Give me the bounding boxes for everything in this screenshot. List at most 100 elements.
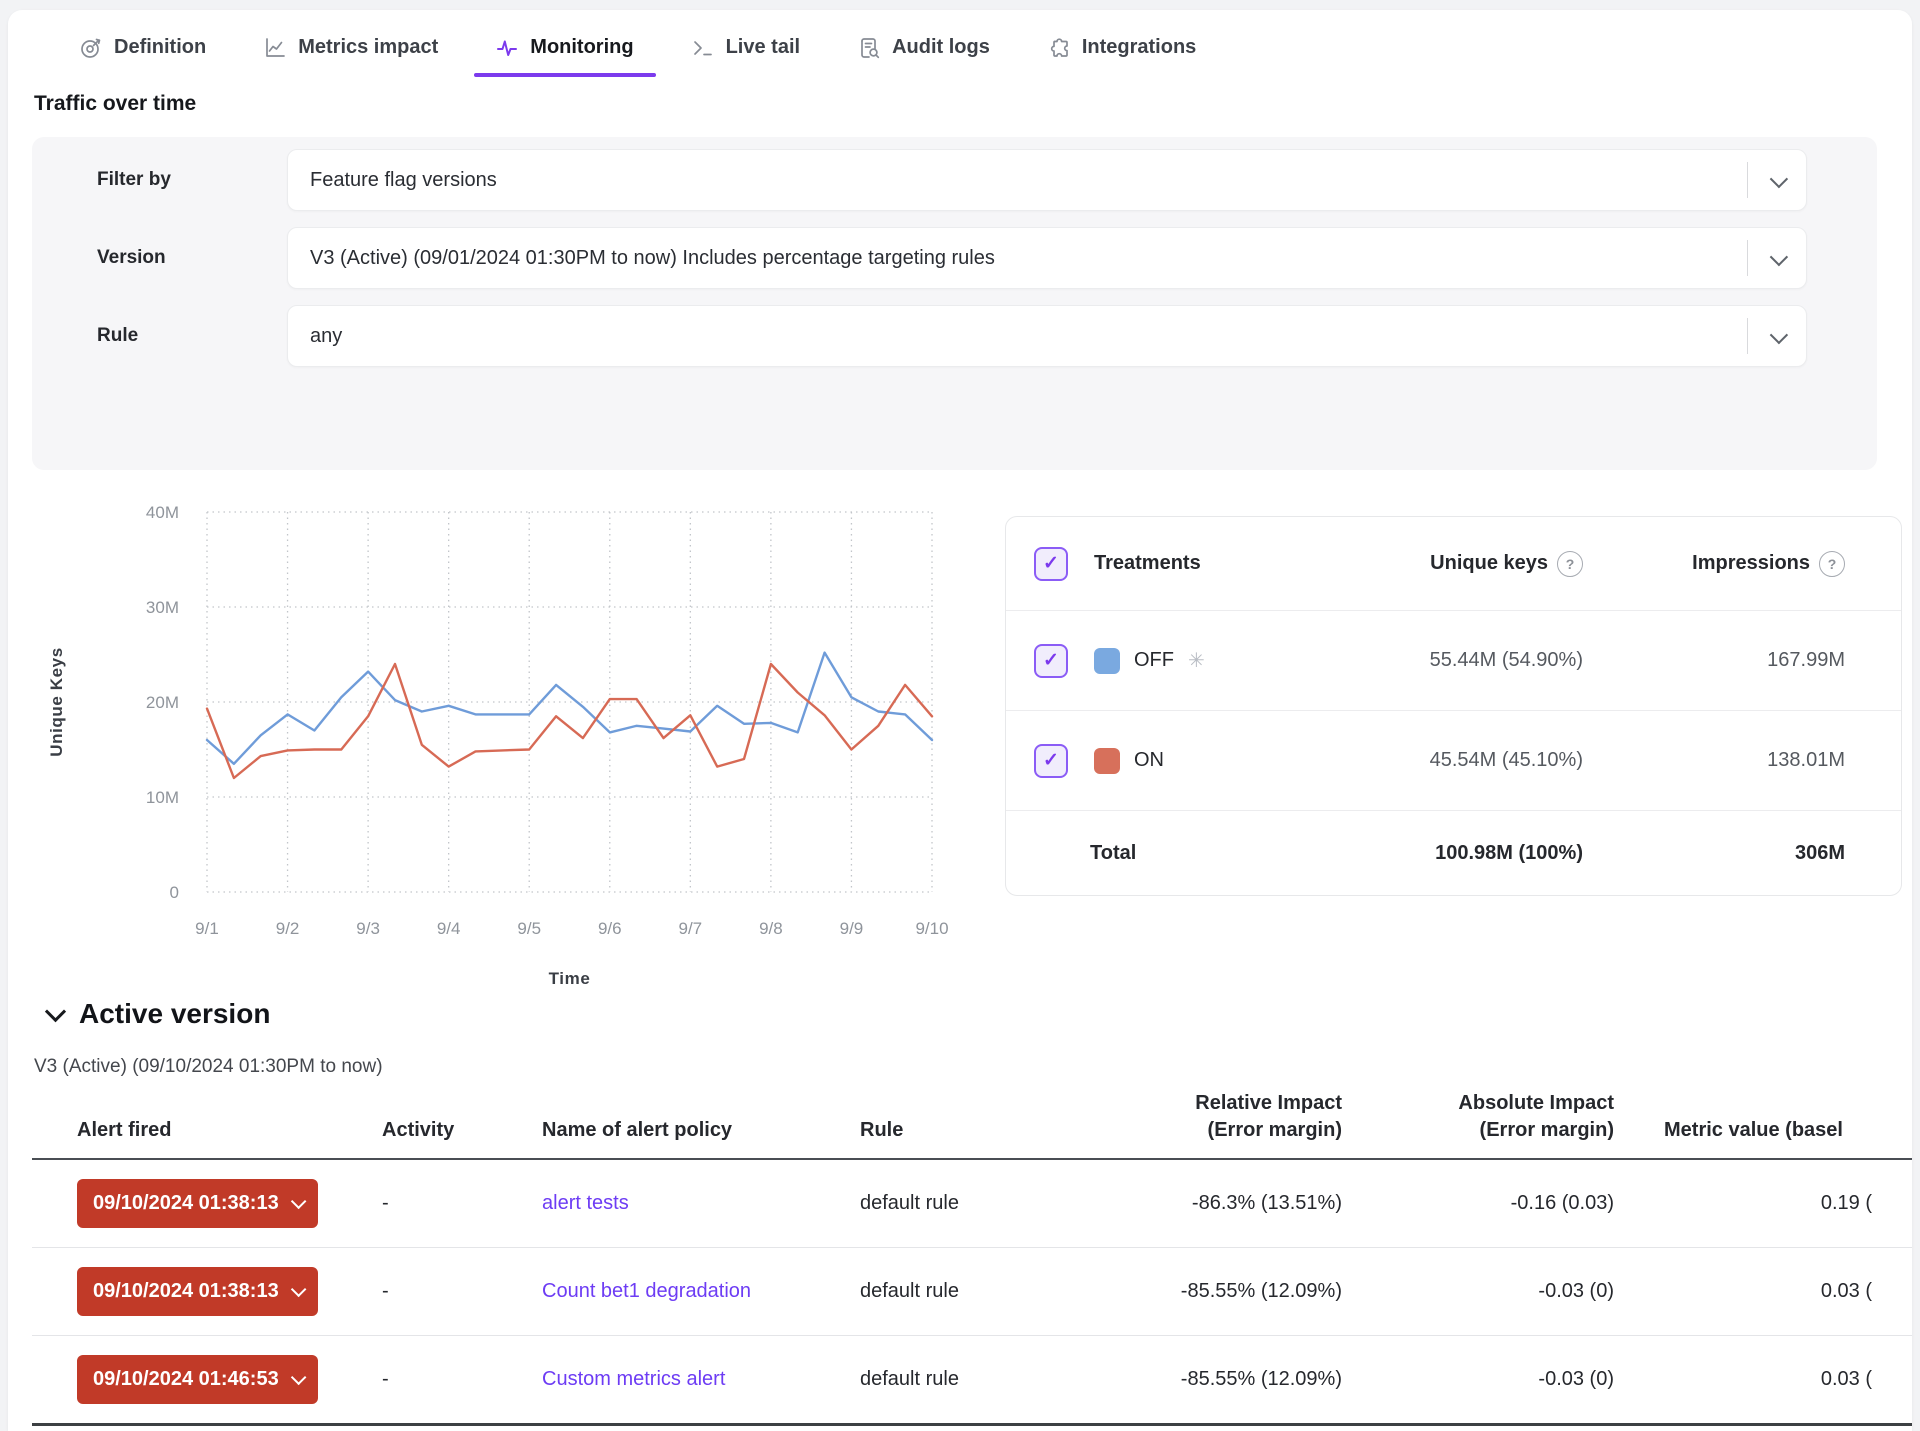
traffic-line-chart: 010M20M30M40M9/19/29/39/49/59/69/79/89/9… xyxy=(32,492,962,1022)
col-absolute-impact: Absolute Impact(Error margin) xyxy=(1342,1090,1614,1144)
chevron-down-icon xyxy=(291,1282,307,1298)
metric-value-cell: 0.19 ( xyxy=(1614,1192,1912,1215)
svg-text:9/6: 9/6 xyxy=(598,919,622,938)
active-version-title: Active version xyxy=(79,998,270,1030)
on-unique-keys: 45.54M (45.10%) xyxy=(1430,749,1583,772)
alert-fired-badge[interactable]: 09/10/2024 01:46:53 xyxy=(77,1355,318,1404)
filter-by-label: Filter by xyxy=(32,169,287,191)
tab-definition[interactable]: Definition xyxy=(58,34,228,77)
alerts-header-row: Alert fired Activity Name of alert polic… xyxy=(32,1090,1912,1160)
tab-label: Integrations xyxy=(1082,36,1196,59)
svg-text:9/9: 9/9 xyxy=(840,919,864,938)
rule-cell: default rule xyxy=(860,1368,1040,1391)
off-impressions: 167.99M xyxy=(1767,649,1845,672)
svg-text:30M: 30M xyxy=(146,598,179,617)
alert-row: 09/10/2024 01:38:13 - Count bet1 degrada… xyxy=(32,1248,1912,1336)
tab-monitoring[interactable]: Monitoring xyxy=(474,34,655,77)
rule-cell: default rule xyxy=(860,1192,1040,1215)
activity-cell: - xyxy=(382,1368,542,1391)
col-metric-value: Metric value (basel xyxy=(1614,1117,1912,1144)
filter-by-select[interactable]: Feature flag versions xyxy=(287,149,1807,211)
svg-text:9/1: 9/1 xyxy=(195,919,219,938)
rule-cell: default rule xyxy=(860,1280,1040,1303)
svg-text:9/2: 9/2 xyxy=(276,919,300,938)
tab-label: Metrics impact xyxy=(298,36,438,59)
version-label: Version xyxy=(32,247,287,269)
absolute-impact-cell: -0.03 (0) xyxy=(1342,1280,1614,1303)
treatment-row-off: OFF ✳ 55.44M (54.90%) 167.99M xyxy=(1006,611,1901,711)
alert-row: 09/10/2024 01:38:13 - alert tests defaul… xyxy=(32,1160,1912,1248)
svg-text:9/7: 9/7 xyxy=(679,919,703,938)
active-version-toggle[interactable]: Active version xyxy=(48,998,270,1030)
help-icon[interactable]: ? xyxy=(1819,551,1845,577)
svg-text:Unique Keys: Unique Keys xyxy=(47,647,66,757)
activity-cell: - xyxy=(382,1192,542,1215)
total-impressions: 306M xyxy=(1795,842,1845,865)
help-icon[interactable]: ? xyxy=(1557,551,1583,577)
svg-text:9/5: 9/5 xyxy=(517,919,541,938)
relative-impact-cell: -85.55% (12.09%) xyxy=(1040,1368,1342,1391)
alert-fired-badge[interactable]: 09/10/2024 01:38:13 xyxy=(77,1267,318,1316)
relative-impact-cell: -85.55% (12.09%) xyxy=(1040,1280,1342,1303)
tab-bar: Definition Metrics impact Monitoring Liv… xyxy=(8,10,1912,77)
total-label: Total xyxy=(1090,842,1283,865)
alert-policy-link[interactable]: Count bet1 degradation xyxy=(542,1280,751,1302)
svg-text:40M: 40M xyxy=(146,503,179,522)
chevron-down-icon[interactable] xyxy=(1748,174,1806,187)
chevron-down-icon xyxy=(45,1001,66,1022)
default-treatment-icon: ✳ xyxy=(1188,648,1205,673)
rule-label: Rule xyxy=(32,325,287,347)
treatment-on-checkbox[interactable] xyxy=(1034,744,1068,778)
treatment-off-checkbox[interactable] xyxy=(1034,644,1068,678)
treatments-panel: Treatments Unique keys ? Impressions ? O… xyxy=(1005,516,1902,896)
version-value: V3 (Active) (09/01/2024 01:30PM to now) … xyxy=(288,247,1747,270)
puzzle-icon xyxy=(1048,37,1070,59)
tab-integrations[interactable]: Integrations xyxy=(1026,34,1218,77)
svg-text:9/8: 9/8 xyxy=(759,919,783,938)
activity-cell: - xyxy=(382,1280,542,1303)
alert-policy-link[interactable]: alert tests xyxy=(542,1192,629,1214)
treatments-select-all-checkbox[interactable] xyxy=(1034,547,1068,581)
filter-panel: Filter by Feature flag versions Version … xyxy=(32,137,1877,470)
impressions-header: Impressions xyxy=(1692,552,1810,575)
metric-value-cell: 0.03 ( xyxy=(1614,1368,1912,1391)
filter-row-filter-by: Filter by Feature flag versions xyxy=(32,149,1877,211)
document-search-icon xyxy=(858,37,880,59)
off-series-color-chip xyxy=(1094,648,1120,674)
rule-value: any xyxy=(288,325,1747,348)
svg-text:10M: 10M xyxy=(146,788,179,807)
unique-keys-header: Unique keys xyxy=(1430,552,1548,575)
svg-text:9/4: 9/4 xyxy=(437,919,461,938)
tab-audit-logs[interactable]: Audit logs xyxy=(836,34,1012,77)
version-select[interactable]: V3 (Active) (09/01/2024 01:30PM to now) … xyxy=(287,227,1807,289)
chevron-down-icon[interactable] xyxy=(1748,330,1806,343)
chevron-down-icon[interactable] xyxy=(1748,252,1806,265)
treatments-total-row: Total 100.98M (100%) 306M xyxy=(1006,811,1901,895)
treatment-name: ON xyxy=(1134,749,1164,772)
alerts-table: Alert fired Activity Name of alert polic… xyxy=(32,1090,1912,1426)
absolute-impact-cell: -0.03 (0) xyxy=(1342,1368,1614,1391)
rule-select[interactable]: any xyxy=(287,305,1807,367)
active-version-subtitle: V3 (Active) (09/10/2024 01:30PM to now) xyxy=(34,1056,383,1078)
col-alert-policy: Name of alert policy xyxy=(542,1117,860,1144)
col-rule: Rule xyxy=(860,1117,1040,1144)
tab-live-tail[interactable]: Live tail xyxy=(670,34,822,77)
tab-label: Monitoring xyxy=(530,36,633,59)
metric-value-cell: 0.03 ( xyxy=(1614,1280,1912,1303)
relative-impact-cell: -86.3% (13.51%) xyxy=(1040,1192,1342,1215)
filter-row-rule: Rule any xyxy=(32,305,1877,367)
on-series-color-chip xyxy=(1094,748,1120,774)
filter-row-version: Version V3 (Active) (09/01/2024 01:30PM … xyxy=(32,227,1877,289)
col-alert-fired: Alert fired xyxy=(77,1117,382,1144)
col-relative-impact: Relative Impact(Error margin) xyxy=(1040,1090,1342,1144)
alert-policy-link[interactable]: Custom metrics alert xyxy=(542,1368,725,1390)
tab-metrics-impact[interactable]: Metrics impact xyxy=(242,34,460,77)
absolute-impact-cell: -0.16 (0.03) xyxy=(1342,1192,1614,1215)
treatments-header-row: Treatments Unique keys ? Impressions ? xyxy=(1006,517,1901,611)
treatment-name: OFF xyxy=(1134,649,1174,672)
svg-text:20M: 20M xyxy=(146,693,179,712)
line-chart-icon xyxy=(264,37,286,59)
chevron-down-icon xyxy=(291,1370,307,1386)
alert-fired-badge[interactable]: 09/10/2024 01:38:13 xyxy=(77,1179,318,1228)
treatments-header: Treatments xyxy=(1094,552,1283,575)
